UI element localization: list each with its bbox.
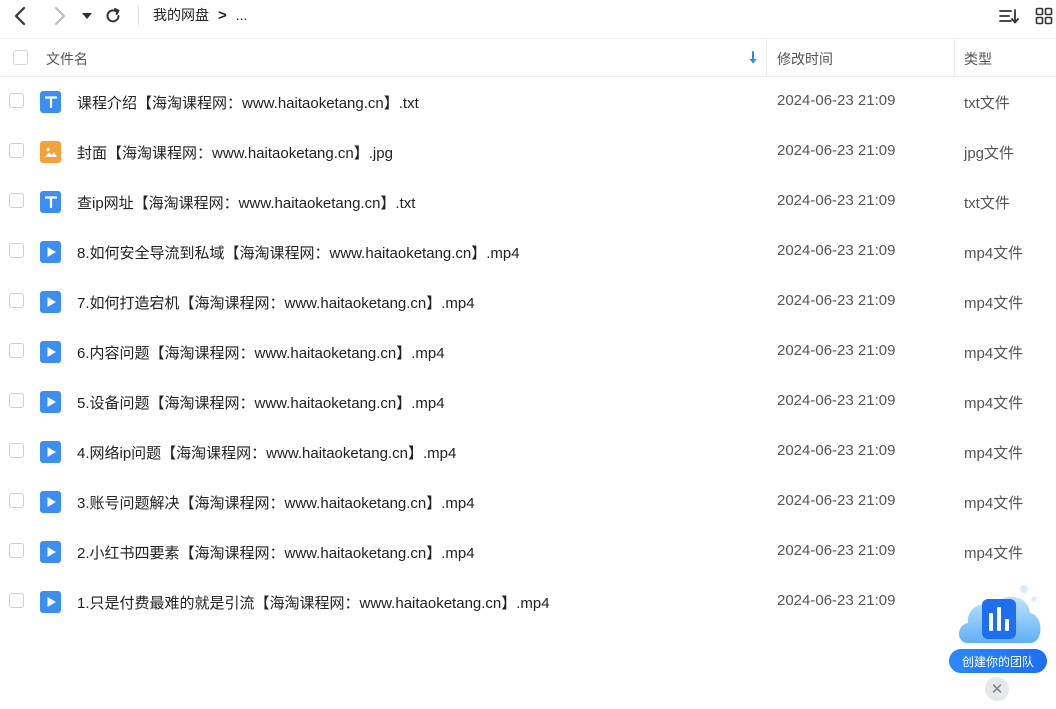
file-type: mp4文件 (964, 345, 1024, 362)
file-type: txt文件 (964, 195, 1010, 212)
column-header-modified[interactable]: 修改时间 (777, 49, 833, 69)
row-checkbox[interactable] (9, 543, 24, 558)
video-file-icon (40, 591, 61, 613)
video-file-icon (40, 341, 61, 363)
file-row[interactable]: 6.内容问题【海淘课程网：www.haitaoketang.cn】.mp4 20… (0, 327, 1056, 377)
file-row[interactable]: 8.如何安全导流到私域【海淘课程网：www.haitaoketang.cn】.m… (0, 227, 1056, 277)
file-modified: 2024-06-23 21:09 (777, 592, 896, 609)
file-modified: 2024-06-23 21:09 (777, 142, 896, 159)
file-modified: 2024-06-23 21:09 (777, 392, 896, 409)
file-type: mp4文件 (964, 495, 1024, 512)
file-type: txt文件 (964, 95, 1010, 112)
file-type: jpg文件 (964, 145, 1015, 162)
row-checkbox[interactable] (9, 343, 24, 358)
file-modified: 2024-06-23 21:09 (777, 342, 896, 359)
back-button[interactable] (9, 4, 31, 28)
file-type: mp4文件 (964, 545, 1024, 562)
column-header-name[interactable]: 文件名 (46, 49, 88, 69)
file-modified: 2024-06-23 21:09 (777, 542, 896, 559)
column-header-type[interactable]: 类型 (964, 49, 992, 69)
chevron-right-icon (54, 6, 66, 26)
chevron-left-icon (14, 6, 26, 26)
file-type: mp4文件 (964, 295, 1024, 312)
file-row[interactable]: 4.网络ip问题【海淘课程网：www.haitaoketang.cn】.mp4 … (0, 427, 1056, 477)
history-dropdown-button[interactable] (80, 4, 94, 28)
column-divider[interactable] (766, 39, 767, 76)
txt-file-icon (40, 191, 61, 213)
file-name[interactable]: 5.设备问题【海淘课程网：www.haitaoketang.cn】.mp4 (77, 392, 445, 413)
breadcrumb-separator: > (218, 6, 227, 24)
file-modified: 2024-06-23 21:09 (777, 292, 896, 309)
file-type: mp4文件 (964, 395, 1024, 412)
file-type: mp4文件 (964, 445, 1024, 462)
file-type: mp4文件 (964, 245, 1024, 262)
toolbar: 我的网盘 > ... (0, 0, 1056, 39)
file-name[interactable]: 7.如何打造宕机【海淘课程网：www.haitaoketang.cn】.mp4 (77, 292, 475, 313)
cloud-chart-icon (959, 585, 1041, 643)
video-file-icon (40, 241, 61, 263)
file-modified: 2024-06-23 21:09 (777, 442, 896, 459)
file-name[interactable]: 3.账号问题解决【海淘课程网：www.haitaoketang.cn】.mp4 (77, 492, 475, 513)
breadcrumb-more[interactable]: ... (236, 7, 248, 23)
file-row[interactable]: 2.小红书四要素【海淘课程网：www.haitaoketang.cn】.mp4 … (0, 527, 1056, 577)
file-name[interactable]: 查ip网址【海淘课程网：www.haitaoketang.cn】.txt (77, 192, 415, 213)
video-file-icon (40, 391, 61, 413)
refresh-button[interactable] (103, 4, 123, 28)
video-file-icon (40, 491, 61, 513)
sort-button[interactable] (998, 4, 1020, 28)
row-checkbox[interactable] (9, 393, 24, 408)
file-name[interactable]: 6.内容问题【海淘课程网：www.haitaoketang.cn】.mp4 (77, 342, 445, 363)
image-file-icon (40, 141, 61, 163)
grid-view-button[interactable] (1033, 4, 1055, 28)
file-name[interactable]: 2.小红书四要素【海淘课程网：www.haitaoketang.cn】.mp4 (77, 542, 475, 563)
sort-icon (999, 9, 1019, 24)
file-modified: 2024-06-23 21:09 (777, 492, 896, 509)
row-checkbox[interactable] (9, 193, 24, 208)
file-list-header: 文件名 修改时间 类型 (0, 39, 1056, 77)
create-team-widget[interactable]: 创建你的团队 (948, 575, 1050, 675)
video-file-icon (40, 291, 61, 313)
file-row[interactable]: 课程介绍【海淘课程网：www.haitaoketang.cn】.txt 2024… (0, 77, 1056, 127)
row-checkbox[interactable] (9, 493, 24, 508)
row-checkbox[interactable] (9, 443, 24, 458)
breadcrumb: 我的网盘 > ... (153, 5, 247, 25)
file-name[interactable]: 1.只是付费最难的就是引流【海淘课程网：www.haitaoketang.cn】… (77, 592, 550, 613)
file-row[interactable]: 查ip网址【海淘课程网：www.haitaoketang.cn】.txt 202… (0, 177, 1056, 227)
file-modified: 2024-06-23 21:09 (777, 242, 896, 259)
file-row[interactable]: 封面【海淘课程网：www.haitaoketang.cn】.jpg 2024-0… (0, 127, 1056, 177)
file-row[interactable]: 7.如何打造宕机【海淘课程网：www.haitaoketang.cn】.mp4 … (0, 277, 1056, 327)
row-checkbox[interactable] (9, 143, 24, 158)
txt-file-icon (40, 91, 61, 113)
select-all-checkbox[interactable] (13, 50, 28, 65)
file-row[interactable]: 1.只是付费最难的就是引流【海淘课程网：www.haitaoketang.cn】… (0, 577, 1056, 627)
column-divider[interactable] (954, 39, 955, 76)
grid-view-icon (1035, 7, 1053, 25)
video-file-icon (40, 541, 61, 563)
create-team-button[interactable]: 创建你的团队 (949, 649, 1047, 673)
file-modified: 2024-06-23 21:09 (777, 192, 896, 209)
row-checkbox[interactable] (9, 593, 24, 608)
file-name[interactable]: 封面【海淘课程网：www.haitaoketang.cn】.jpg (77, 142, 393, 163)
toolbar-divider (138, 5, 139, 25)
row-checkbox[interactable] (9, 93, 24, 108)
file-row[interactable]: 5.设备问题【海淘课程网：www.haitaoketang.cn】.mp4 20… (0, 377, 1056, 427)
row-checkbox[interactable] (9, 293, 24, 308)
file-name[interactable]: 4.网络ip问题【海淘课程网：www.haitaoketang.cn】.mp4 (77, 442, 456, 463)
video-file-icon (40, 441, 61, 463)
sort-desc-arrow-icon[interactable] (748, 51, 758, 65)
close-promo-button[interactable]: ✕ (985, 677, 1009, 701)
file-name[interactable]: 8.如何安全导流到私域【海淘课程网：www.haitaoketang.cn】.m… (77, 242, 520, 263)
close-icon: ✕ (990, 681, 1004, 698)
file-name[interactable]: 课程介绍【海淘课程网：www.haitaoketang.cn】.txt (77, 92, 419, 113)
row-checkbox[interactable] (9, 243, 24, 258)
caret-down-icon (82, 13, 92, 19)
forward-button[interactable] (49, 4, 71, 28)
file-modified: 2024-06-23 21:09 (777, 92, 896, 109)
refresh-icon (106, 8, 120, 23)
file-row[interactable]: 3.账号问题解决【海淘课程网：www.haitaoketang.cn】.mp4 … (0, 477, 1056, 527)
breadcrumb-root[interactable]: 我的网盘 (153, 5, 209, 25)
